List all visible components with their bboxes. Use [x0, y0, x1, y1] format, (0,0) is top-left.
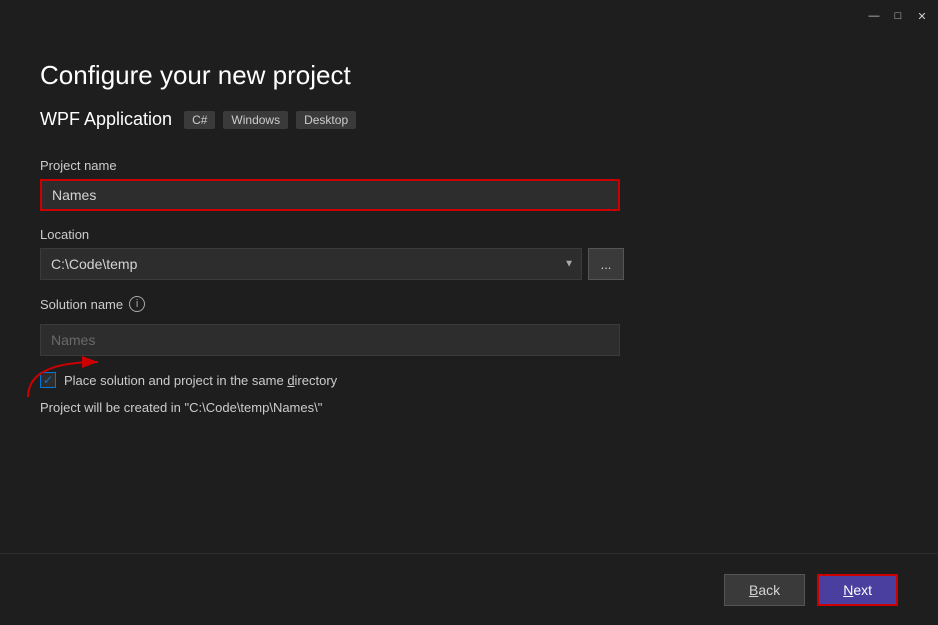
solution-name-label: Solution name [40, 297, 123, 312]
solution-name-label-row: Solution name i [40, 296, 898, 312]
project-name-input[interactable] [40, 179, 620, 211]
browse-button[interactable]: ... [588, 248, 624, 280]
title-bar: — □ ✕ [0, 0, 938, 32]
maximize-button[interactable]: □ [890, 8, 906, 24]
project-name-group: Project name [40, 158, 898, 211]
location-group: Location C:\Code\temp ▼ ... [40, 227, 898, 280]
next-label: Next [843, 582, 872, 598]
page-title: Configure your new project [40, 60, 898, 91]
project-path-text: Project will be created in "C:\Code\temp… [40, 400, 898, 415]
project-name-label: Project name [40, 158, 898, 173]
close-button[interactable]: ✕ [914, 8, 930, 24]
footer: Back Next [0, 553, 938, 625]
solution-name-group: Solution name i [40, 296, 898, 356]
project-type-name: WPF Application [40, 109, 172, 130]
location-label: Location [40, 227, 898, 242]
main-content: Configure your new project WPF Applicati… [0, 32, 938, 435]
location-select[interactable]: C:\Code\temp [40, 248, 582, 280]
location-select-wrapper: C:\Code\temp ▼ [40, 248, 582, 280]
info-icon: i [129, 296, 145, 312]
location-row: C:\Code\temp ▼ ... [40, 248, 898, 280]
back-label: Back [749, 582, 780, 598]
badge-desktop: Desktop [296, 111, 356, 129]
checkbox-row: ✓ Place solution and project in the same… [40, 372, 898, 388]
project-type-row: WPF Application C# Windows Desktop [40, 109, 898, 130]
badge-csharp: C# [184, 111, 215, 129]
back-button[interactable]: Back [724, 574, 805, 606]
next-button[interactable]: Next [817, 574, 898, 606]
minimize-button[interactable]: — [866, 8, 882, 24]
badge-windows: Windows [223, 111, 288, 129]
annotation-arrow [18, 342, 138, 402]
